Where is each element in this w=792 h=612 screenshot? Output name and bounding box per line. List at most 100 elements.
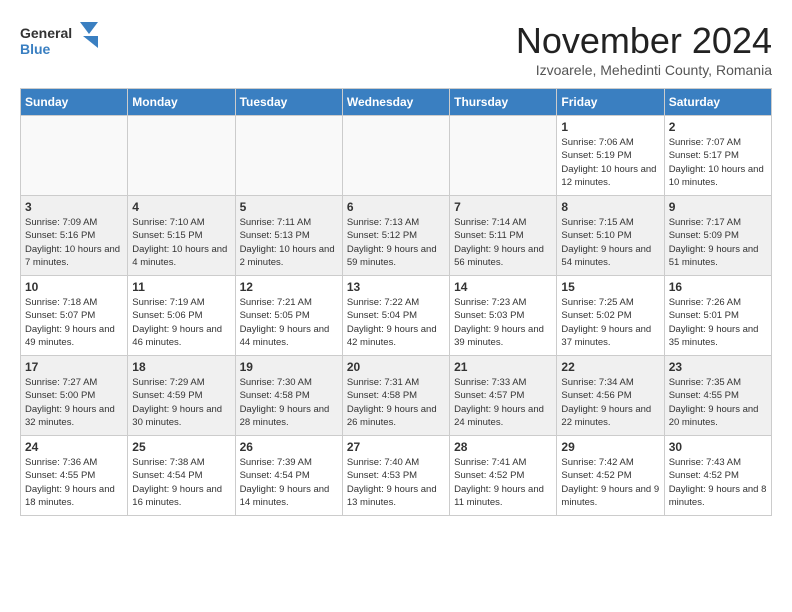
header-saturday: Saturday: [664, 89, 771, 116]
header-friday: Friday: [557, 89, 664, 116]
day-info: Sunrise: 7:23 AM Sunset: 5:03 PM Dayligh…: [454, 296, 552, 349]
day-number: 12: [240, 280, 338, 294]
day-info: Sunrise: 7:26 AM Sunset: 5:01 PM Dayligh…: [669, 296, 767, 349]
week-row-3: 10 Sunrise: 7:18 AM Sunset: 5:07 PM Dayli…: [21, 276, 772, 356]
day-info: Sunrise: 7:40 AM Sunset: 4:53 PM Dayligh…: [347, 456, 445, 509]
day-number: 18: [132, 360, 230, 374]
day-number: 15: [561, 280, 659, 294]
location-title: Izvoarele, Mehedinti County, Romania: [516, 62, 772, 78]
day-info: Sunrise: 7:17 AM Sunset: 5:09 PM Dayligh…: [669, 216, 767, 269]
calendar-cell: 30 Sunrise: 7:43 AM Sunset: 4:52 PM Dayli…: [664, 436, 771, 516]
calendar-cell: 20 Sunrise: 7:31 AM Sunset: 4:58 PM Dayli…: [342, 356, 449, 436]
day-number: 25: [132, 440, 230, 454]
day-info: Sunrise: 7:21 AM Sunset: 5:05 PM Dayligh…: [240, 296, 338, 349]
header-tuesday: Tuesday: [235, 89, 342, 116]
day-number: 4: [132, 200, 230, 214]
day-number: 11: [132, 280, 230, 294]
day-info: Sunrise: 7:13 AM Sunset: 5:12 PM Dayligh…: [347, 216, 445, 269]
day-number: 1: [561, 120, 659, 134]
day-number: 9: [669, 200, 767, 214]
day-number: 19: [240, 360, 338, 374]
calendar-cell: 14 Sunrise: 7:23 AM Sunset: 5:03 PM Dayli…: [450, 276, 557, 356]
calendar-cell: 21 Sunrise: 7:33 AM Sunset: 4:57 PM Dayli…: [450, 356, 557, 436]
day-number: 13: [347, 280, 445, 294]
day-info: Sunrise: 7:35 AM Sunset: 4:55 PM Dayligh…: [669, 376, 767, 429]
week-row-4: 17Sunrise: 7:27 AM Sunset: 5:00 PM Dayli…: [21, 356, 772, 436]
header: GeneralBlue November 2024 Izvoarele, Meh…: [20, 20, 772, 78]
day-number: 16: [669, 280, 767, 294]
week-row-5: 24 Sunrise: 7:36 AM Sunset: 4:55 PM Dayli…: [21, 436, 772, 516]
calendar-cell: [21, 116, 128, 196]
day-info: Sunrise: 7:18 AM Sunset: 5:07 PM Dayligh…: [25, 296, 123, 349]
day-number: 26: [240, 440, 338, 454]
logo-icon: GeneralBlue: [20, 20, 100, 60]
day-info: Sunrise: 7:30 AM Sunset: 4:58 PM Dayligh…: [240, 376, 338, 429]
calendar-cell: 18 Sunrise: 7:29 AM Sunset: 4:59 PM Dayli…: [128, 356, 235, 436]
day-info: Sunrise: 7:38 AM Sunset: 4:54 PM Dayligh…: [132, 456, 230, 509]
day-number: 14: [454, 280, 552, 294]
calendar-cell: 19 Sunrise: 7:30 AM Sunset: 4:58 PM Dayli…: [235, 356, 342, 436]
day-number: 8: [561, 200, 659, 214]
day-info: Sunrise: 7:33 AM Sunset: 4:57 PM Dayligh…: [454, 376, 552, 429]
day-info: Sunrise: 7:11 AM Sunset: 5:13 PM Dayligh…: [240, 216, 338, 269]
calendar-body: 1 Sunrise: 7:06 AM Sunset: 5:19 PM Daylig…: [21, 116, 772, 516]
svg-text:Blue: Blue: [20, 41, 51, 57]
day-number: 22: [561, 360, 659, 374]
day-info: Sunrise: 7:29 AM Sunset: 4:59 PM Dayligh…: [132, 376, 230, 429]
day-info: Sunrise: 7:14 AM Sunset: 5:11 PM Dayligh…: [454, 216, 552, 269]
calendar-cell: [128, 116, 235, 196]
svg-text:General: General: [20, 25, 72, 41]
calendar-cell: 27 Sunrise: 7:40 AM Sunset: 4:53 PM Dayli…: [342, 436, 449, 516]
day-info: Sunrise: 7:22 AM Sunset: 5:04 PM Dayligh…: [347, 296, 445, 349]
calendar-cell: 7 Sunrise: 7:14 AM Sunset: 5:11 PM Daylig…: [450, 196, 557, 276]
calendar-cell: 1 Sunrise: 7:06 AM Sunset: 5:19 PM Daylig…: [557, 116, 664, 196]
day-number: 10: [25, 280, 123, 294]
calendar-cell: 17Sunrise: 7:27 AM Sunset: 5:00 PM Dayli…: [21, 356, 128, 436]
title-area: November 2024 Izvoarele, Mehedinti Count…: [516, 20, 772, 78]
day-number: 17: [25, 360, 123, 374]
calendar-cell: 2 Sunrise: 7:07 AM Sunset: 5:17 PM Daylig…: [664, 116, 771, 196]
day-info: Sunrise: 7:43 AM Sunset: 4:52 PM Dayligh…: [669, 456, 767, 509]
calendar-cell: 28Sunrise: 7:41 AM Sunset: 4:52 PM Dayli…: [450, 436, 557, 516]
day-info: Sunrise: 7:09 AM Sunset: 5:16 PM Dayligh…: [25, 216, 123, 269]
day-number: 20: [347, 360, 445, 374]
day-number: 21: [454, 360, 552, 374]
calendar-cell: 26 Sunrise: 7:39 AM Sunset: 4:54 PM Dayli…: [235, 436, 342, 516]
calendar-cell: [342, 116, 449, 196]
day-info: Sunrise: 7:07 AM Sunset: 5:17 PM Dayligh…: [669, 136, 767, 189]
calendar-cell: 8 Sunrise: 7:15 AM Sunset: 5:10 PM Daylig…: [557, 196, 664, 276]
week-row-1: 1 Sunrise: 7:06 AM Sunset: 5:19 PM Daylig…: [21, 116, 772, 196]
day-info: Sunrise: 7:06 AM Sunset: 5:19 PM Dayligh…: [561, 136, 659, 189]
day-info: Sunrise: 7:34 AM Sunset: 4:56 PM Dayligh…: [561, 376, 659, 429]
day-info: Sunrise: 7:39 AM Sunset: 4:54 PM Dayligh…: [240, 456, 338, 509]
day-number: 3: [25, 200, 123, 214]
day-info: Sunrise: 7:31 AM Sunset: 4:58 PM Dayligh…: [347, 376, 445, 429]
day-info: Sunrise: 7:25 AM Sunset: 5:02 PM Dayligh…: [561, 296, 659, 349]
week-row-2: 3 Sunrise: 7:09 AM Sunset: 5:16 PM Daylig…: [21, 196, 772, 276]
day-number: 7: [454, 200, 552, 214]
day-number: 6: [347, 200, 445, 214]
day-number: 28: [454, 440, 552, 454]
header-monday: Monday: [128, 89, 235, 116]
logo: GeneralBlue: [20, 20, 100, 60]
day-number: 30: [669, 440, 767, 454]
day-number: 29: [561, 440, 659, 454]
day-number: 24: [25, 440, 123, 454]
header-thursday: Thursday: [450, 89, 557, 116]
day-number: 27: [347, 440, 445, 454]
calendar-cell: 16 Sunrise: 7:26 AM Sunset: 5:01 PM Dayli…: [664, 276, 771, 356]
calendar-cell: 9 Sunrise: 7:17 AM Sunset: 5:09 PM Daylig…: [664, 196, 771, 276]
calendar-cell: 3 Sunrise: 7:09 AM Sunset: 5:16 PM Daylig…: [21, 196, 128, 276]
day-number: 23: [669, 360, 767, 374]
calendar-header: Sunday Monday Tuesday Wednesday Thursday…: [21, 89, 772, 116]
day-number: 2: [669, 120, 767, 134]
header-row: Sunday Monday Tuesday Wednesday Thursday…: [21, 89, 772, 116]
calendar-cell: 23 Sunrise: 7:35 AM Sunset: 4:55 PM Dayli…: [664, 356, 771, 436]
day-info: Sunrise: 7:10 AM Sunset: 5:15 PM Dayligh…: [132, 216, 230, 269]
day-number: 5: [240, 200, 338, 214]
calendar-cell: 15 Sunrise: 7:25 AM Sunset: 5:02 PM Dayli…: [557, 276, 664, 356]
day-info: Sunrise: 7:36 AM Sunset: 4:55 PM Dayligh…: [25, 456, 123, 509]
header-sunday: Sunday: [21, 89, 128, 116]
calendar-cell: 24 Sunrise: 7:36 AM Sunset: 4:55 PM Dayli…: [21, 436, 128, 516]
day-info: Sunrise: 7:15 AM Sunset: 5:10 PM Dayligh…: [561, 216, 659, 269]
